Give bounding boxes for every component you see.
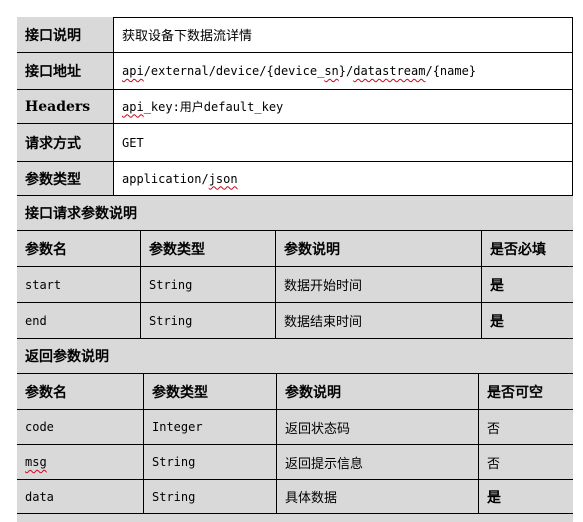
section-response-params: 返回参数说明 — [17, 339, 573, 374]
label-interface-desc: 接口说明 — [17, 17, 113, 52]
row-interface-address: 接口地址 api/external/device/{device_ sn}/dat… — [17, 53, 573, 90]
label-request-method: 请求方式 — [17, 124, 113, 161]
table-row: data String 具体数据 是 — [17, 480, 573, 514]
resp-row2-nullable: 是 — [478, 480, 573, 513]
resp-row0-name: code — [25, 420, 54, 434]
resp-row1-name-text: msg — [25, 455, 47, 469]
section-response-title: 返回参数说明 — [25, 349, 109, 365]
resp-row1-name: msg — [17, 445, 143, 479]
req-col-desc: 参数说明 — [275, 231, 481, 266]
resp-row2-name: data — [25, 489, 54, 504]
resp-row2-type: String — [143, 480, 276, 513]
response-header-row: 参数名 参数类型 参数说明 是否可空 — [17, 374, 573, 410]
table-row: msg String 返回提示信息 否 — [17, 445, 573, 480]
section-request-params: 接口请求参数说明 — [17, 196, 573, 231]
addr-part-brace: }/ — [338, 64, 354, 78]
addr-part-sn: sn — [324, 64, 339, 78]
req-row1-required: 是 — [481, 303, 573, 338]
req-row0-name: start — [25, 277, 62, 292]
headers-rest: _key:用户default_key — [143, 100, 284, 114]
addr-part-path: /external/device/{device_ — [143, 64, 325, 78]
value-interface-desc: 获取设备下数据流详情 — [113, 17, 573, 52]
req-row0-desc: 数据开始时间 — [275, 267, 481, 302]
req-row0-type: String — [140, 267, 275, 302]
ctype-suffix: json — [208, 171, 238, 186]
req-row1-type: String — [140, 303, 275, 338]
row-request-method: 请求方式 GET — [17, 124, 573, 162]
req-row1-name: end — [25, 313, 47, 328]
row-headers: Headers api _key:用户default_key — [17, 90, 573, 124]
resp-row2-desc: 具体数据 — [276, 480, 478, 513]
resp-row1-type: String — [143, 445, 276, 479]
value-headers: api _key:用户default_key — [113, 90, 573, 123]
addr-part-api: api — [122, 64, 144, 78]
resp-col-nullable: 是否可空 — [478, 374, 573, 409]
value-interface-address: api/external/device/{device_ sn}/datastre… — [113, 53, 573, 89]
resp-row1-desc: 返回提示信息 — [276, 445, 478, 479]
resp-row0-desc: 返回状态码 — [276, 410, 478, 444]
label-interface-address: 接口地址 — [17, 53, 113, 89]
addr-part-name: /{name} — [425, 64, 477, 78]
value-request-method: GET — [113, 124, 573, 161]
table-row: start String 数据开始时间 是 — [17, 267, 573, 303]
req-col-name: 参数名 — [25, 241, 67, 258]
api-doc-page: 接口说明 获取设备下数据流详情 接口地址 api/external/device… — [0, 0, 583, 522]
headers-key: api — [122, 99, 144, 114]
table-bottom-strip — [17, 514, 573, 522]
resp-row0-type: Integer — [143, 410, 276, 444]
resp-row1-nullable: 否 — [478, 445, 573, 479]
value-content-type: application/json — [113, 162, 573, 195]
req-row0-required: 是 — [481, 267, 573, 302]
label-content-type: 参数类型 — [17, 162, 113, 195]
req-row1-desc: 数据结束时间 — [275, 303, 481, 338]
resp-row0-nullable: 否 — [478, 410, 573, 444]
row-interface-desc: 接口说明 获取设备下数据流详情 — [17, 17, 573, 53]
table-row: code Integer 返回状态码 否 — [17, 410, 573, 445]
label-headers: Headers — [17, 90, 113, 123]
resp-col-name: 参数名 — [25, 384, 67, 401]
resp-col-type: 参数类型 — [143, 374, 276, 409]
req-col-type: 参数类型 — [140, 231, 275, 266]
request-header-row: 参数名 参数类型 参数说明 是否必填 — [17, 231, 573, 267]
section-request-title: 接口请求参数说明 — [25, 206, 137, 222]
ctype-prefix: application/ — [122, 171, 209, 186]
resp-col-desc: 参数说明 — [276, 374, 478, 409]
table-row: end String 数据结束时间 是 — [17, 303, 573, 339]
addr-part-datastream: datastream — [353, 64, 426, 78]
req-col-required: 是否必填 — [481, 231, 573, 266]
row-content-type: 参数类型 application/json — [17, 162, 573, 196]
